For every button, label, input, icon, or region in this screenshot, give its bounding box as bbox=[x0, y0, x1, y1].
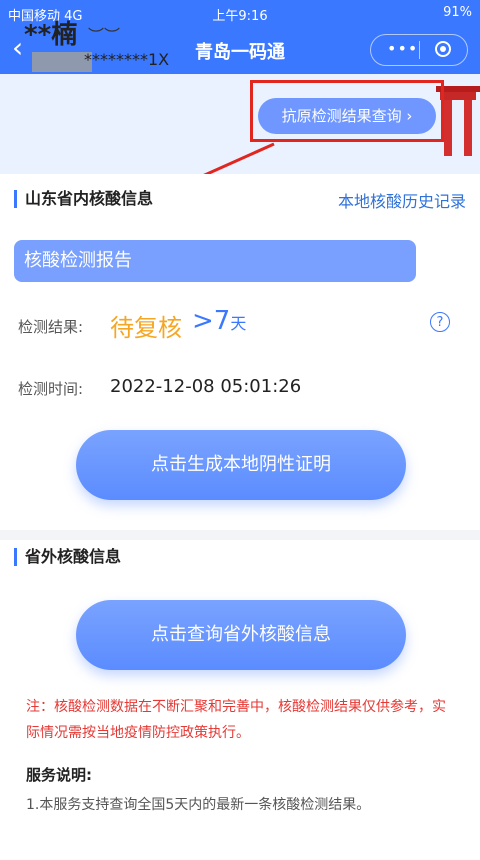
result-label: 检测结果: bbox=[18, 318, 84, 336]
id-number: ********1X bbox=[84, 50, 170, 69]
query-out-of-province-button[interactable]: 点击查询省外核酸信息 bbox=[76, 600, 406, 670]
user-name: **楠 bbox=[24, 20, 78, 50]
report-label: 核酸检测报告 bbox=[14, 240, 416, 282]
result-status: 待复核 bbox=[110, 314, 182, 342]
result-days-unit: 天 bbox=[230, 314, 247, 333]
result-days: >7天 bbox=[192, 306, 246, 336]
service-title: 服务说明: bbox=[26, 766, 92, 784]
test-time-value: 2022-12-08 05:01:26 bbox=[110, 376, 302, 397]
result-days-value: >7 bbox=[192, 306, 231, 336]
eye-closed-icon[interactable]: ︶︶ bbox=[88, 22, 120, 46]
section-title-2: 省外核酸信息 bbox=[14, 548, 121, 566]
close-target-icon[interactable] bbox=[435, 41, 451, 57]
capsule-divider bbox=[419, 41, 420, 59]
help-icon[interactable]: ? bbox=[430, 312, 450, 332]
battery-text: 91% bbox=[443, 5, 472, 20]
notice-text: 注：核酸检测数据在不断汇聚和完善中，核酸检测结果仅供参考，实际情况需按当地疫情防… bbox=[26, 699, 446, 741]
id-mask-block bbox=[32, 52, 92, 72]
section-title: 山东省内核酸信息 bbox=[14, 190, 153, 208]
service-item: 1.本服务支持查询全国5天内的最新一条核酸检测结果。 bbox=[26, 797, 371, 813]
mini-program-capsule: ••• bbox=[370, 34, 468, 66]
highlight-box bbox=[250, 80, 444, 142]
history-link[interactable]: 本地核酸历史记录 bbox=[338, 188, 466, 212]
time-label: 检测时间: bbox=[18, 380, 84, 398]
more-icon[interactable]: ••• bbox=[387, 39, 418, 58]
generate-proof-button[interactable]: 点击生成本地阴性证明 bbox=[76, 430, 406, 500]
